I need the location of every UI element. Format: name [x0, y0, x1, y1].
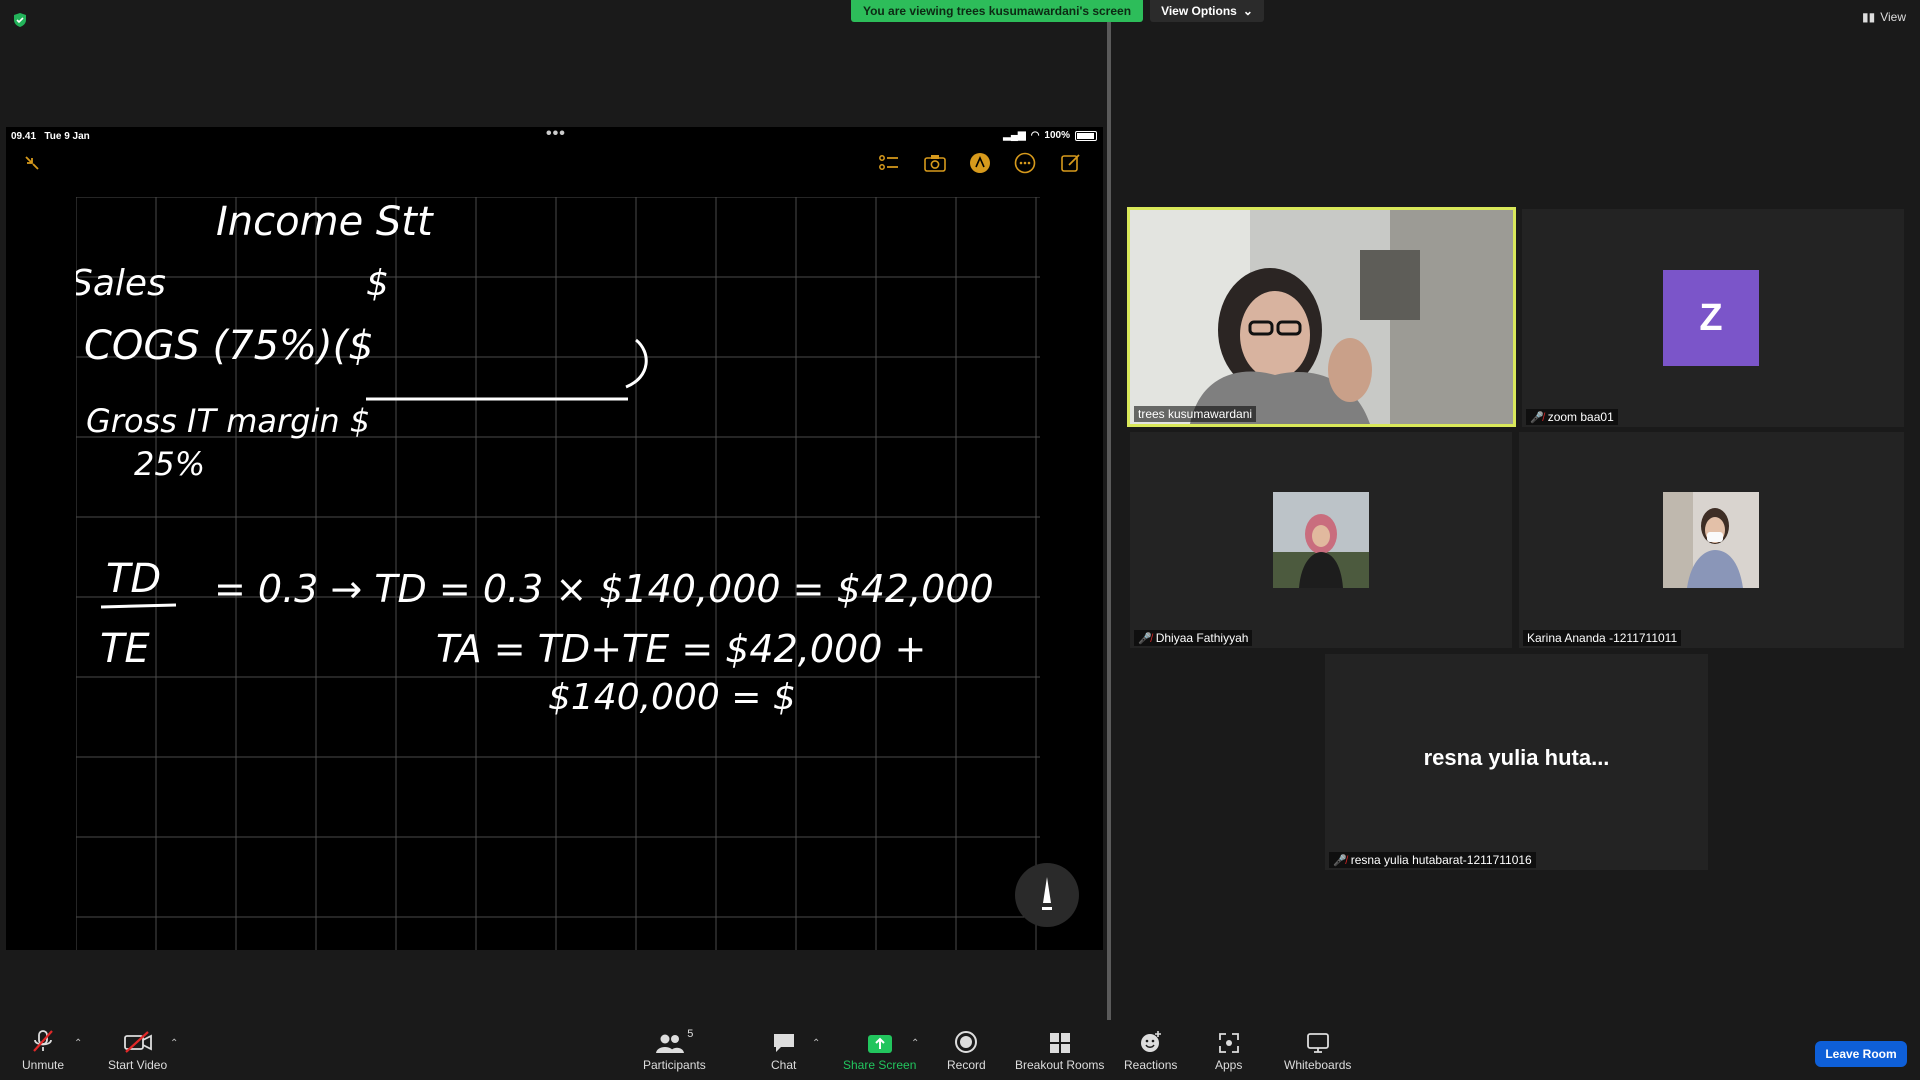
collapse-arrows-icon[interactable]: [20, 151, 44, 175]
mic-muted-icon: [30, 1028, 56, 1054]
note-line-sales-dollar: $: [366, 263, 389, 304]
participants-label: Participants: [643, 1058, 706, 1072]
avatar-karina: [1663, 492, 1759, 588]
wifi-icon: ◠: [1030, 130, 1040, 141]
note-equation-1: = 0.3 → TD = 0.3 × $140,000 = $42,000: [214, 567, 994, 611]
gallery-view-icon: ▮▮: [1861, 10, 1876, 24]
video-options-caret-icon[interactable]: ⌃: [170, 1038, 178, 1049]
start-video-label: Start Video: [108, 1058, 168, 1072]
mic-muted-icon: 🎤̸: [1333, 854, 1347, 867]
whiteboards-button[interactable]: Whiteboards: [1284, 1028, 1351, 1072]
more-options-icon[interactable]: [1013, 151, 1037, 175]
note-fraction-bar: [100, 603, 177, 609]
compose-note-icon[interactable]: [1059, 151, 1083, 175]
audio-options-caret-icon[interactable]: ⌃: [74, 1038, 82, 1049]
view-label: View: [1880, 10, 1906, 24]
breakout-rooms-button[interactable]: Breakout Rooms: [1015, 1028, 1104, 1072]
note-equation-3: $140,000 = $: [548, 677, 796, 718]
whiteboard-icon: [1306, 1028, 1330, 1054]
chat-icon: [772, 1028, 796, 1054]
tile-name-karina: Karina Ananda -1211711011: [1523, 630, 1682, 646]
tile-name-zoom: 🎤̸ zoom baa01: [1526, 409, 1618, 425]
apps-icon: [1218, 1028, 1240, 1054]
viewing-screen-banner: You are viewing trees kusumawardani's sc…: [851, 0, 1143, 22]
camera-icon[interactable]: [923, 151, 947, 175]
video-tile-karina[interactable]: Karina Ananda -1211711011: [1519, 432, 1904, 648]
signal-icon: ▂▄▆: [1003, 130, 1026, 141]
video-tile-dhiyaa[interactable]: 🎤̸ Dhiyaa Fathiyyah: [1130, 432, 1512, 648]
share-screen-icon: [867, 1028, 893, 1054]
unmute-label: Unmute: [22, 1058, 65, 1072]
share-screen-button[interactable]: Share Screen: [843, 1028, 916, 1072]
record-icon: [954, 1028, 978, 1054]
breakout-rooms-icon: [1049, 1028, 1071, 1054]
chat-button[interactable]: Chat: [771, 1028, 796, 1072]
participants-count: 5: [687, 1028, 694, 1040]
reactions-button[interactable]: Reactions: [1124, 1028, 1177, 1072]
multitask-dots-icon: •••: [546, 127, 566, 142]
view-options-dropdown[interactable]: View Options ⌄: [1150, 0, 1264, 22]
note-fraction-bottom: TE: [100, 626, 150, 672]
note-line-title: Income Stt: [216, 199, 434, 245]
markup-pen-icon[interactable]: [968, 151, 992, 175]
pen-tool-button[interactable]: [1015, 863, 1079, 927]
notes-toolbar: [6, 147, 1103, 183]
note-equation-2: TA = TD+TE = $42,000 +: [436, 627, 926, 671]
start-video-button[interactable]: Start Video: [108, 1028, 167, 1072]
whiteboards-label: Whiteboards: [1284, 1058, 1352, 1072]
unmute-button[interactable]: Unmute: [22, 1028, 64, 1072]
security-shield-icon[interactable]: [12, 12, 28, 28]
trees-video-feed: [1130, 210, 1513, 424]
split-divider[interactable]: [1107, 22, 1111, 1027]
record-button[interactable]: Record: [947, 1028, 986, 1072]
reactions-icon: [1139, 1028, 1163, 1054]
avatar-zoom: Z: [1663, 270, 1759, 366]
checklist-icon[interactable]: [877, 151, 901, 175]
share-screen-label: Share Screen: [843, 1058, 917, 1072]
avatar-dhiyaa: [1273, 492, 1369, 588]
breakout-rooms-label: Breakout Rooms: [1015, 1058, 1105, 1072]
share-options-caret-icon[interactable]: ⌃: [911, 1038, 919, 1049]
chevron-down-icon: ⌄: [1242, 4, 1253, 18]
ipad-status-bar: 09.41 Tue 9 Jan ••• ▂▄▆ ◠ 100%: [6, 127, 1103, 147]
tile-name-dhiyaa: 🎤̸ Dhiyaa Fathiyyah: [1134, 630, 1253, 646]
note-grid-canvas[interactable]: Income Stt Sales $ COGS (75%)($ Gross IT…: [76, 197, 1040, 950]
status-date: Tue 9 Jan: [44, 131, 90, 142]
battery-icon: [1075, 130, 1097, 141]
shared-screen[interactable]: 09.41 Tue 9 Jan ••• ▂▄▆ ◠ 100% Income St…: [6, 127, 1103, 950]
video-tile-trees[interactable]: trees kusumawardani: [1127, 207, 1516, 427]
resna-display-name: resna yulia huta...: [1423, 745, 1610, 770]
status-time: 09.41: [11, 131, 37, 142]
note-line-sales: Sales: [76, 263, 166, 304]
mic-muted-icon: 🎤̸: [1138, 632, 1152, 645]
apps-button[interactable]: Apps: [1215, 1028, 1242, 1072]
note-line-gross-margin: Gross IT margin $: [86, 402, 370, 440]
tile-name-resna: 🎤̸ resna yulia hutabarat-1211711016: [1329, 852, 1536, 868]
video-off-icon: [123, 1028, 153, 1054]
leave-room-button[interactable]: Leave Room: [1815, 1041, 1907, 1067]
battery-percent: 100%: [1044, 130, 1070, 141]
chat-options-caret-icon[interactable]: ⌃: [812, 1038, 820, 1049]
view-button[interactable]: ▮▮ View: [1862, 10, 1906, 24]
note-underline-stroke: [366, 338, 648, 401]
note-fraction-top: TD: [106, 556, 161, 602]
participants-icon: [656, 1034, 685, 1053]
reactions-label: Reactions: [1124, 1058, 1178, 1072]
tile-name-trees: trees kusumawardani: [1134, 406, 1257, 422]
mic-muted-icon: 🎤̸: [1530, 411, 1544, 424]
record-label: Record: [947, 1058, 986, 1072]
note-line-cogs: COGS (75%)($: [84, 323, 374, 369]
view-options-label: View Options: [1161, 4, 1237, 18]
chat-label: Chat: [771, 1058, 797, 1072]
note-line-percent: 25%: [134, 445, 205, 483]
apps-label: Apps: [1215, 1058, 1243, 1072]
participants-button[interactable]: 5 Participants: [643, 1028, 706, 1072]
